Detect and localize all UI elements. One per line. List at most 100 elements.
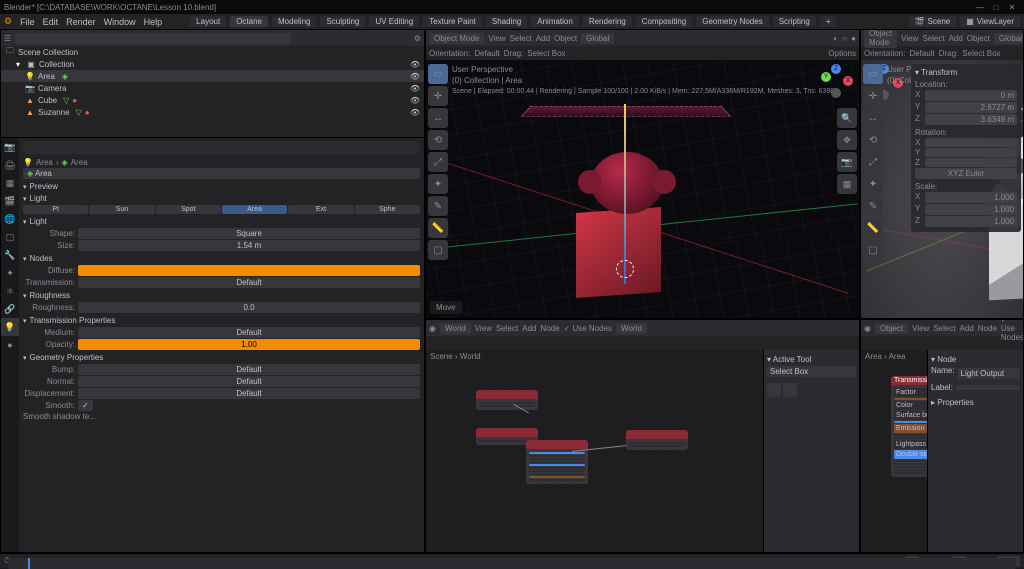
workspace-tab[interactable]: Compositing (636, 16, 692, 27)
light-type-button[interactable]: Sphe (355, 205, 420, 214)
menu-object[interactable]: Object (554, 34, 577, 43)
workspace-tab[interactable]: Geometry Nodes (696, 16, 768, 27)
diffuse-color-field[interactable] (78, 265, 420, 276)
active-tool-field[interactable]: Select Box (767, 366, 856, 377)
viewport-rendered[interactable]: Object Mode View Select Add Object Globa… (425, 29, 860, 319)
tool-transform-icon[interactable]: ✦ (863, 174, 883, 194)
prop-tab-modifier-icon[interactable]: 🔧 (1, 246, 19, 264)
drag-dropdown[interactable]: Select Box (527, 49, 565, 58)
prop-tab-data-icon[interactable]: 💡 (1, 318, 19, 336)
tool-addcube-icon[interactable]: ▢ (428, 240, 448, 260)
workspace-tab[interactable]: Rendering (583, 16, 632, 27)
prop-tab-world-icon[interactable]: 🌐 (1, 210, 19, 228)
node-editor-world[interactable]: ◉ World View Select Add Node ✓ Use Nodes… (425, 319, 860, 553)
camera-icon[interactable]: 📷 (837, 152, 857, 172)
prop-tab-physics-icon[interactable]: ⚛ (1, 282, 19, 300)
shape-dropdown[interactable]: Square (78, 228, 420, 239)
visibility-icon[interactable]: 👁 (410, 72, 420, 81)
scale-y-field[interactable]: 1.000 (925, 204, 1017, 215)
tool-icon[interactable] (767, 383, 781, 397)
editor-type-icon[interactable]: ◉ (429, 324, 436, 333)
node-name-field[interactable]: Light Output (958, 368, 1020, 379)
property-search-input[interactable] (23, 141, 420, 154)
menu-view[interactable]: View (901, 34, 918, 43)
window-maximize-icon[interactable]: □ (988, 3, 1004, 12)
light-area[interactable] (521, 106, 731, 116)
menu-render[interactable]: Render (66, 17, 96, 27)
location-x-field[interactable]: 0 m (925, 90, 1017, 101)
light-gizmo-axis[interactable] (624, 104, 626, 284)
tool-measure-icon[interactable]: 📏 (428, 218, 448, 238)
menu-add[interactable]: Add (522, 324, 536, 333)
outliner-collection[interactable]: 🗀Scene Collection (1, 46, 424, 58)
workspace-tab[interactable]: Octane (230, 16, 268, 27)
viewport-solid[interactable]: Object Mode View Select Add Object Globa… (860, 29, 1024, 319)
prop-tab-view-icon[interactable]: ▦ (1, 174, 19, 192)
smooth-checkbox[interactable]: ✓ (78, 400, 93, 411)
light-type-button[interactable]: Area (222, 205, 287, 214)
location-z-field[interactable]: 3.6349 m (925, 114, 1017, 125)
node-breadcrumb[interactable]: Area › Area (865, 352, 905, 361)
pan-icon[interactable]: ✥ (837, 130, 857, 150)
outliner[interactable]: ☰ ⚙ 🗀Scene Collection ▾▣Collection👁 💡Are… (1, 30, 424, 138)
section-transprop[interactable]: Transmission Properties (23, 316, 420, 325)
tool-move-icon[interactable]: ↔ (863, 108, 883, 128)
tool-measure-icon[interactable]: 📏 (863, 218, 883, 238)
menu-edit[interactable]: Edit (43, 17, 59, 27)
visibility-icon[interactable]: 👁 (410, 84, 420, 93)
tool-cursor-icon[interactable]: ✛ (428, 86, 448, 106)
node[interactable] (626, 430, 688, 450)
tool-select-icon[interactable]: ▭ (863, 64, 883, 84)
blender-logo-icon[interactable]: ⚙ (4, 16, 12, 27)
location-y-field[interactable]: 2.6727 m (925, 102, 1017, 113)
window-close-icon[interactable]: ✕ (1004, 3, 1020, 12)
workspace-add-tab[interactable]: + (820, 16, 837, 27)
panel-title[interactable]: ▾ Transform (915, 68, 1017, 77)
viewlayer-selector[interactable]: ▦ViewLayer (960, 16, 1020, 27)
outliner-row[interactable]: 💡Area◈👁 (1, 70, 424, 82)
menu-view[interactable]: View (912, 324, 929, 333)
node-breadcrumb[interactable]: Scene › World (430, 352, 481, 361)
datablock-selector[interactable]: ◈ Area (23, 168, 420, 179)
menu-file[interactable]: File (20, 17, 35, 27)
menu-view[interactable]: View (475, 324, 492, 333)
section-nodes[interactable]: Nodes (23, 254, 420, 263)
playhead[interactable] (28, 558, 30, 569)
tool-cursor-icon[interactable]: ✛ (863, 86, 883, 106)
workspace-tab[interactable]: Scripting (773, 16, 816, 27)
outliner-search-input[interactable] (15, 33, 291, 44)
rotation-y-field[interactable] (925, 148, 1017, 157)
section-geom[interactable]: Geometry Properties (23, 353, 420, 362)
tool-move-icon[interactable]: ↔ (428, 108, 448, 128)
shader-type-dropdown[interactable]: Object (875, 323, 908, 334)
mode-selector[interactable]: Object Mode (429, 33, 484, 44)
zoom-icon[interactable]: 🔍 (837, 108, 857, 128)
world-selector[interactable]: World (616, 323, 647, 334)
prop-tab-constraint-icon[interactable]: 🔗 (1, 300, 19, 318)
rotation-z-field[interactable] (925, 158, 1017, 167)
node-label-field[interactable] (956, 385, 1020, 390)
tool-select-icon[interactable]: ▭ (428, 64, 448, 84)
sidebar-title[interactable]: ▾ Node (931, 355, 1020, 364)
menu-node[interactable]: Node (978, 324, 997, 333)
editor-type-icon[interactable]: ◉ (864, 324, 871, 333)
medium-dropdown[interactable]: Default (78, 327, 420, 338)
scale-z-field[interactable]: 1.000 (925, 216, 1017, 227)
menu-help[interactable]: Help (144, 17, 163, 27)
tool-annotate-icon[interactable]: ✎ (863, 196, 883, 216)
transmission-dropdown[interactable]: Default (78, 277, 420, 288)
light-type-button[interactable]: Spot (156, 205, 221, 214)
menu-select[interactable]: Select (922, 34, 944, 43)
tool-addcube-icon[interactable]: ▢ (863, 240, 883, 260)
workspace-tab[interactable]: Animation (531, 16, 579, 27)
mode-selector[interactable]: Object Mode (864, 29, 897, 48)
timeline[interactable]: ⏱ Playback Keying View Marker ● |◀ ◀◀ ◀ … (0, 553, 1024, 568)
timeline-track[interactable] (8, 558, 1016, 569)
menu-select[interactable]: Select (496, 324, 518, 333)
light-type-button[interactable]: Sun (89, 205, 154, 214)
prop-tab-render-icon[interactable]: 📷 (1, 138, 19, 156)
prop-tab-scene-icon[interactable]: 🎬 (1, 192, 19, 210)
bump-dropdown[interactable]: Default (78, 364, 420, 375)
menu-add[interactable]: Add (960, 324, 974, 333)
menu-add[interactable]: Add (536, 34, 550, 43)
